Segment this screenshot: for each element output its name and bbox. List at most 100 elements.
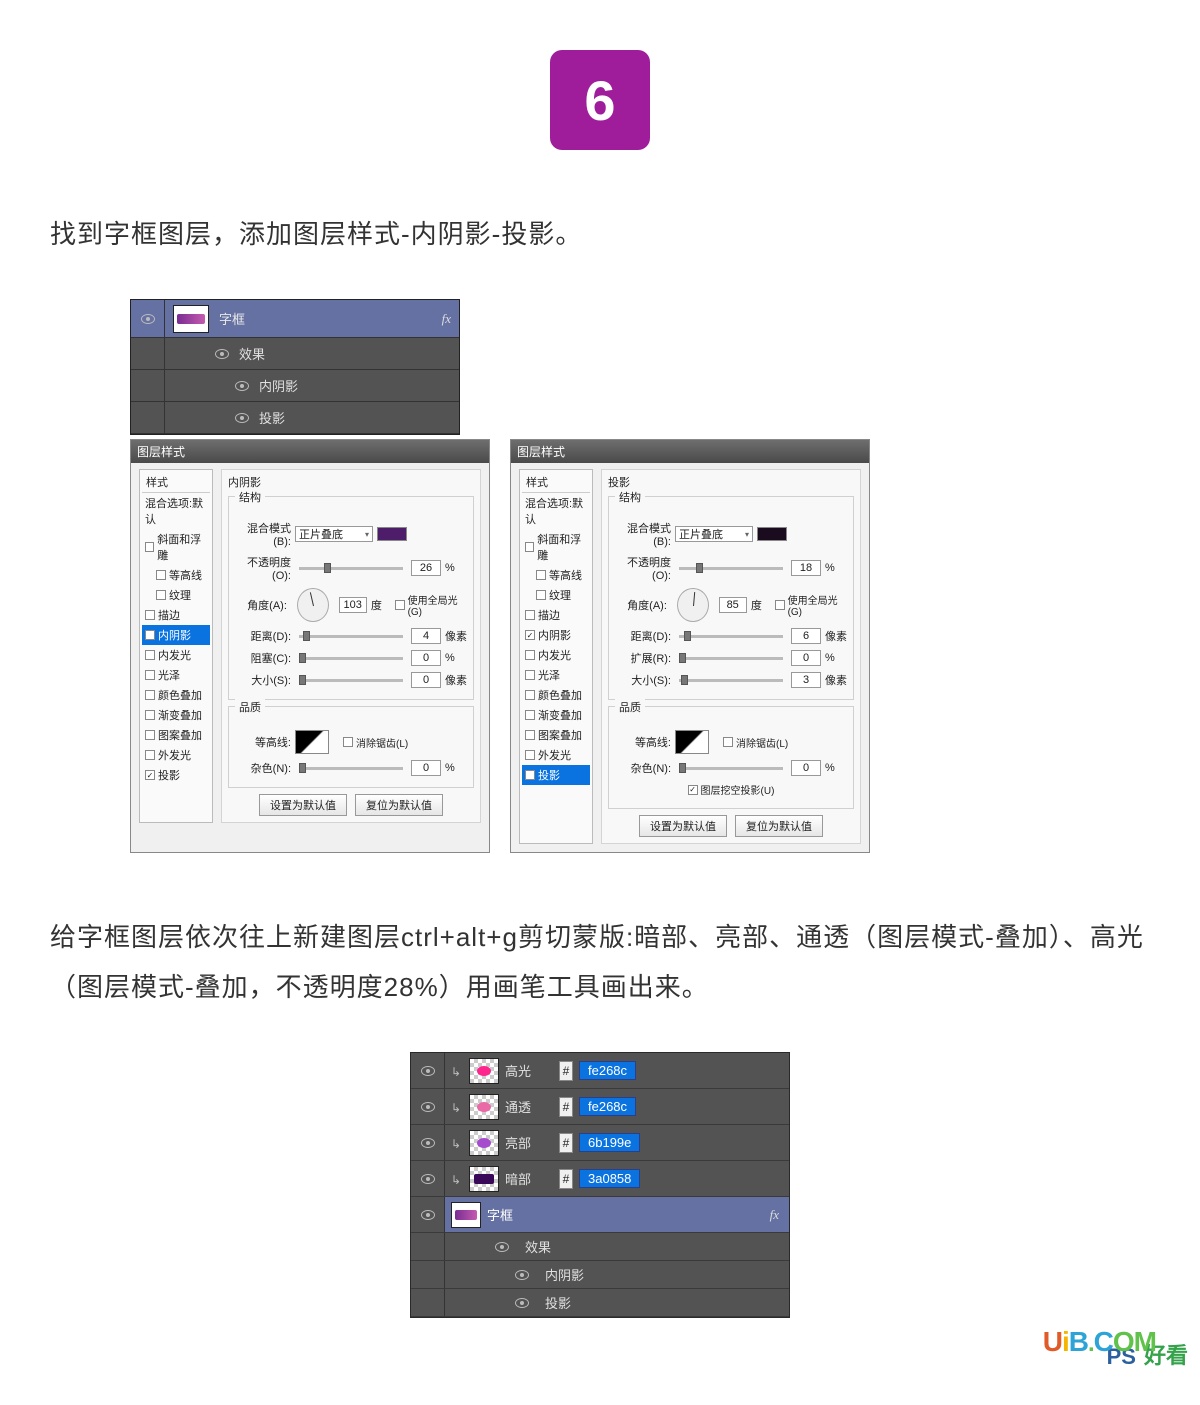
style-item-contour[interactable]: 等高线	[522, 565, 590, 585]
layer-row-main[interactable]: 字框 fx	[131, 300, 459, 338]
distance-input[interactable]: 4	[411, 628, 441, 644]
checkbox-icon[interactable]	[145, 542, 154, 552]
checkbox-icon[interactable]: ✓	[525, 630, 535, 640]
checkbox-icon[interactable]	[156, 570, 166, 580]
hex-input[interactable]: fe268c	[579, 1061, 636, 1080]
checkbox-icon[interactable]	[536, 590, 546, 600]
hex-input[interactable]: 6b199e	[579, 1133, 640, 1152]
style-item-color-overlay[interactable]: 颜色叠加	[522, 685, 590, 705]
blend-mode-select[interactable]: 正片叠底▾	[295, 526, 373, 542]
set-default-button[interactable]: 设置为默认值	[639, 815, 727, 837]
checkbox-icon[interactable]	[145, 750, 155, 760]
layer-row-highlight[interactable]: ↳ 高光 # fe268c	[411, 1053, 789, 1089]
distance-input[interactable]: 6	[791, 628, 821, 644]
knockout-checkbox[interactable]: ✓图层挖空投影(U)	[688, 782, 775, 797]
angle-input[interactable]: 85	[719, 597, 747, 613]
choke-slider[interactable]	[299, 657, 403, 660]
checkbox-icon[interactable]: ✓	[145, 630, 155, 640]
antialias-checkbox[interactable]: 消除锯齿(L)	[343, 735, 408, 750]
style-item-bevel[interactable]: 斜面和浮雕	[522, 529, 590, 565]
layer-row-effects[interactable]: 效果	[411, 1233, 789, 1261]
angle-dial[interactable]	[677, 588, 709, 622]
checkbox-icon[interactable]	[156, 590, 166, 600]
hex-input[interactable]: fe268c	[579, 1097, 636, 1116]
size-input[interactable]: 0	[411, 672, 441, 688]
size-slider[interactable]	[679, 679, 783, 682]
checkbox-icon[interactable]	[525, 650, 535, 660]
opacity-input[interactable]: 26	[411, 560, 441, 576]
size-slider[interactable]	[299, 679, 403, 682]
blend-mode-select[interactable]: 正片叠底▾	[675, 526, 753, 542]
style-item-satin[interactable]: 光泽	[142, 665, 210, 685]
layer-row-toutоu[interactable]: ↳ 通透 # fe268c	[411, 1089, 789, 1125]
checkbox-icon[interactable]	[343, 737, 353, 747]
angle-input[interactable]: 103	[339, 597, 367, 613]
color-swatch[interactable]	[757, 527, 787, 541]
style-item-drop-shadow[interactable]: ✓投影	[142, 765, 210, 785]
color-swatch[interactable]	[377, 527, 407, 541]
checkbox-icon[interactable]	[525, 610, 535, 620]
visibility-eye-icon[interactable]	[235, 413, 249, 423]
visibility-eye-icon[interactable]	[421, 1138, 435, 1148]
opacity-slider[interactable]	[679, 567, 783, 570]
layer-row-base[interactable]: 字框 fx	[411, 1197, 789, 1233]
style-item-inner-glow[interactable]: 内发光	[522, 645, 590, 665]
set-default-button[interactable]: 设置为默认值	[259, 794, 347, 816]
layer-row-inner-shadow[interactable]: 内阴影	[131, 370, 459, 402]
noise-input[interactable]: 0	[791, 760, 821, 776]
style-item-texture[interactable]: 纹理	[522, 585, 590, 605]
style-item-inner-glow[interactable]: 内发光	[142, 645, 210, 665]
checkbox-icon[interactable]	[145, 730, 155, 740]
choke-input[interactable]: 0	[411, 650, 441, 666]
distance-slider[interactable]	[679, 635, 783, 638]
checkbox-icon[interactable]	[723, 737, 733, 747]
style-item-stroke[interactable]: 描边	[522, 605, 590, 625]
style-item-satin[interactable]: 光泽	[522, 665, 590, 685]
layer-row-light[interactable]: ↳ 亮部 # 6b199e	[411, 1125, 789, 1161]
style-item-contour[interactable]: 等高线	[142, 565, 210, 585]
opacity-input[interactable]: 18	[791, 560, 821, 576]
style-item-color-overlay[interactable]: 颜色叠加	[142, 685, 210, 705]
style-item-blend-default[interactable]: 混合选项:默认	[142, 493, 210, 529]
checkbox-icon[interactable]	[525, 750, 535, 760]
checkbox-icon[interactable]	[145, 610, 155, 620]
contour-swatch[interactable]	[295, 730, 329, 754]
spread-input[interactable]: 0	[791, 650, 821, 666]
checkbox-icon[interactable]	[525, 710, 535, 720]
visibility-eye-icon[interactable]	[421, 1210, 435, 1220]
opacity-slider[interactable]	[299, 567, 403, 570]
layer-row-dark[interactable]: ↳ 暗部 # 3a0858	[411, 1161, 789, 1197]
checkbox-icon[interactable]: ✓	[525, 770, 535, 780]
checkbox-icon[interactable]	[525, 730, 535, 740]
style-item-drop-shadow[interactable]: ✓投影	[522, 765, 590, 785]
checkbox-icon[interactable]	[395, 600, 404, 610]
checkbox-icon[interactable]	[145, 710, 155, 720]
contour-swatch[interactable]	[675, 730, 709, 754]
checkbox-icon[interactable]	[145, 690, 155, 700]
style-item-outer-glow[interactable]: 外发光	[142, 745, 210, 765]
style-item-inner-shadow[interactable]: ✓内阴影	[522, 625, 590, 645]
style-item-grad-overlay[interactable]: 渐变叠加	[522, 705, 590, 725]
checkbox-icon[interactable]: ✓	[145, 770, 155, 780]
style-item-blend-default[interactable]: 混合选项:默认	[522, 493, 590, 529]
spread-slider[interactable]	[679, 657, 783, 660]
style-item-stroke[interactable]: 描边	[142, 605, 210, 625]
visibility-eye-icon[interactable]	[515, 1298, 529, 1308]
visibility-eye-icon[interactable]	[215, 349, 229, 359]
visibility-eye-icon[interactable]	[421, 1102, 435, 1112]
checkbox-icon[interactable]	[145, 670, 155, 680]
layer-row-inner-shadow[interactable]: 内阴影	[411, 1261, 789, 1289]
distance-slider[interactable]	[299, 635, 403, 638]
reset-default-button[interactable]: 复位为默认值	[735, 815, 823, 837]
fx-badge[interactable]: fx	[770, 1207, 789, 1223]
size-input[interactable]: 3	[791, 672, 821, 688]
checkbox-icon[interactable]	[525, 670, 535, 680]
checkbox-icon[interactable]	[145, 650, 155, 660]
visibility-eye-icon[interactable]	[235, 381, 249, 391]
visibility-eye-icon[interactable]	[141, 314, 155, 324]
global-light-checkbox[interactable]: 使用全局光(G)	[775, 592, 847, 618]
checkbox-icon[interactable]	[775, 600, 784, 610]
global-light-checkbox[interactable]: 使用全局光(G)	[395, 592, 467, 618]
noise-input[interactable]: 0	[411, 760, 441, 776]
checkbox-icon[interactable]	[525, 690, 535, 700]
